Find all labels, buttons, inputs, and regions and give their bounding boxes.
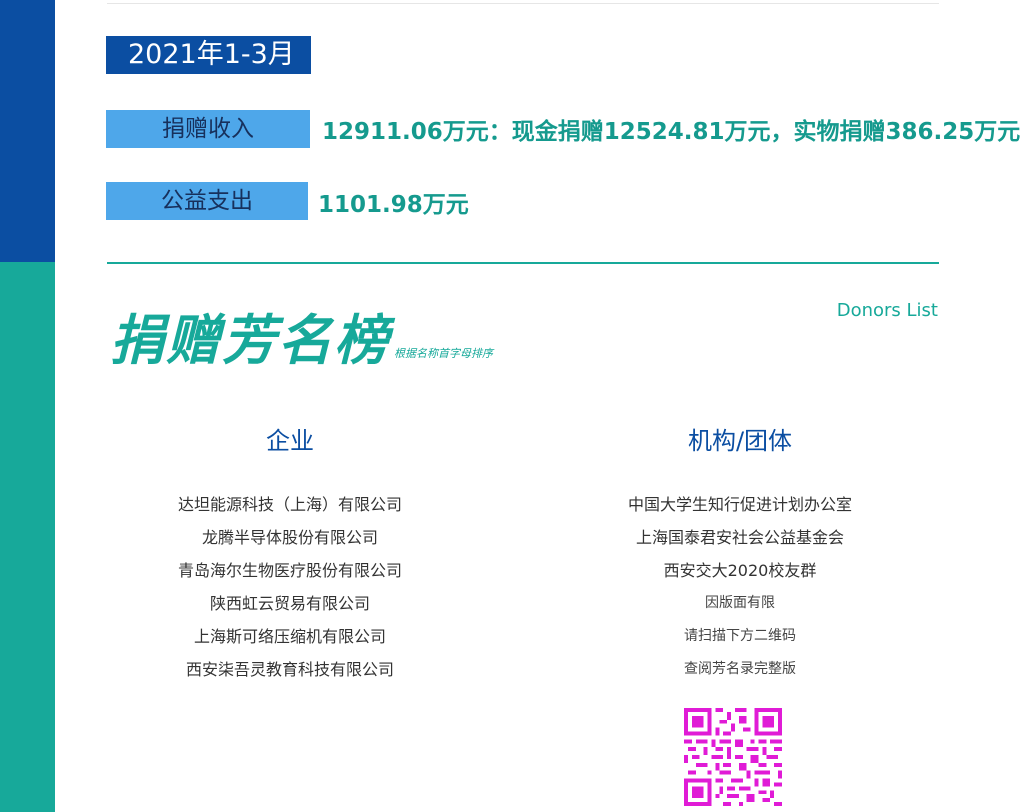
list-item: 陕西虹云贸易有限公司 xyxy=(209,594,370,613)
income-label: 捐赠收入 xyxy=(106,110,310,148)
left-accent-bar-teal xyxy=(0,262,55,812)
income-value: 12911.06万元：现金捐赠12524.81万元，实物捐赠386.25万元 xyxy=(322,119,1021,145)
list-item: 上海国泰君安社会公益基金会 xyxy=(635,528,844,547)
section-divider xyxy=(107,262,939,264)
list-item: 西安柒吾灵教育科技有限公司 xyxy=(185,660,394,679)
enterprise-heading: 企业 xyxy=(266,427,314,455)
qr-code-icon[interactable] xyxy=(684,708,782,806)
qr-note: 请扫描下方二维码 xyxy=(684,628,796,644)
enterprise-list: 达坦能源科技（上海）有限公司 龙腾半导体股份有限公司 青岛海尔生物医疗股份有限公… xyxy=(140,488,440,686)
sort-note: 根据名称首字母排序 xyxy=(394,347,493,360)
list-item: 达坦能源科技（上海）有限公司 xyxy=(177,495,402,514)
organization-heading: 机构/团体 xyxy=(687,427,793,455)
enterprise-column: 企业 达坦能源科技（上海）有限公司 龙腾半导体股份有限公司 青岛海尔生物医疗股份… xyxy=(140,424,440,686)
list-item: 青岛海尔生物医疗股份有限公司 xyxy=(177,561,402,580)
organization-column: 机构/团体 中国大学生知行促进计划办公室 上海国泰君安社会公益基金会 西安交大2… xyxy=(590,424,890,686)
period-label: 2021年1-3月 xyxy=(106,36,311,74)
list-item: 西安交大2020校友群 xyxy=(663,561,817,580)
expense-label: 公益支出 xyxy=(106,182,308,220)
donor-list-title: 捐赠芳名榜 xyxy=(110,309,390,372)
donor-list-title-en: Donors List xyxy=(836,300,938,321)
qr-note: 因版面有限 xyxy=(705,595,775,611)
expense-value: 1101.98万元 xyxy=(318,192,469,218)
list-item: 上海斯可络压缩机有限公司 xyxy=(193,627,386,646)
organization-list: 中国大学生知行促进计划办公室 上海国泰君安社会公益基金会 西安交大2020校友群… xyxy=(590,488,890,686)
top-divider xyxy=(107,3,939,4)
list-item: 龙腾半导体股份有限公司 xyxy=(201,528,378,547)
qr-note: 查阅芳名录完整版 xyxy=(684,661,796,677)
list-item: 中国大学生知行促进计划办公室 xyxy=(627,495,852,514)
left-accent-bar-blue xyxy=(0,0,55,262)
